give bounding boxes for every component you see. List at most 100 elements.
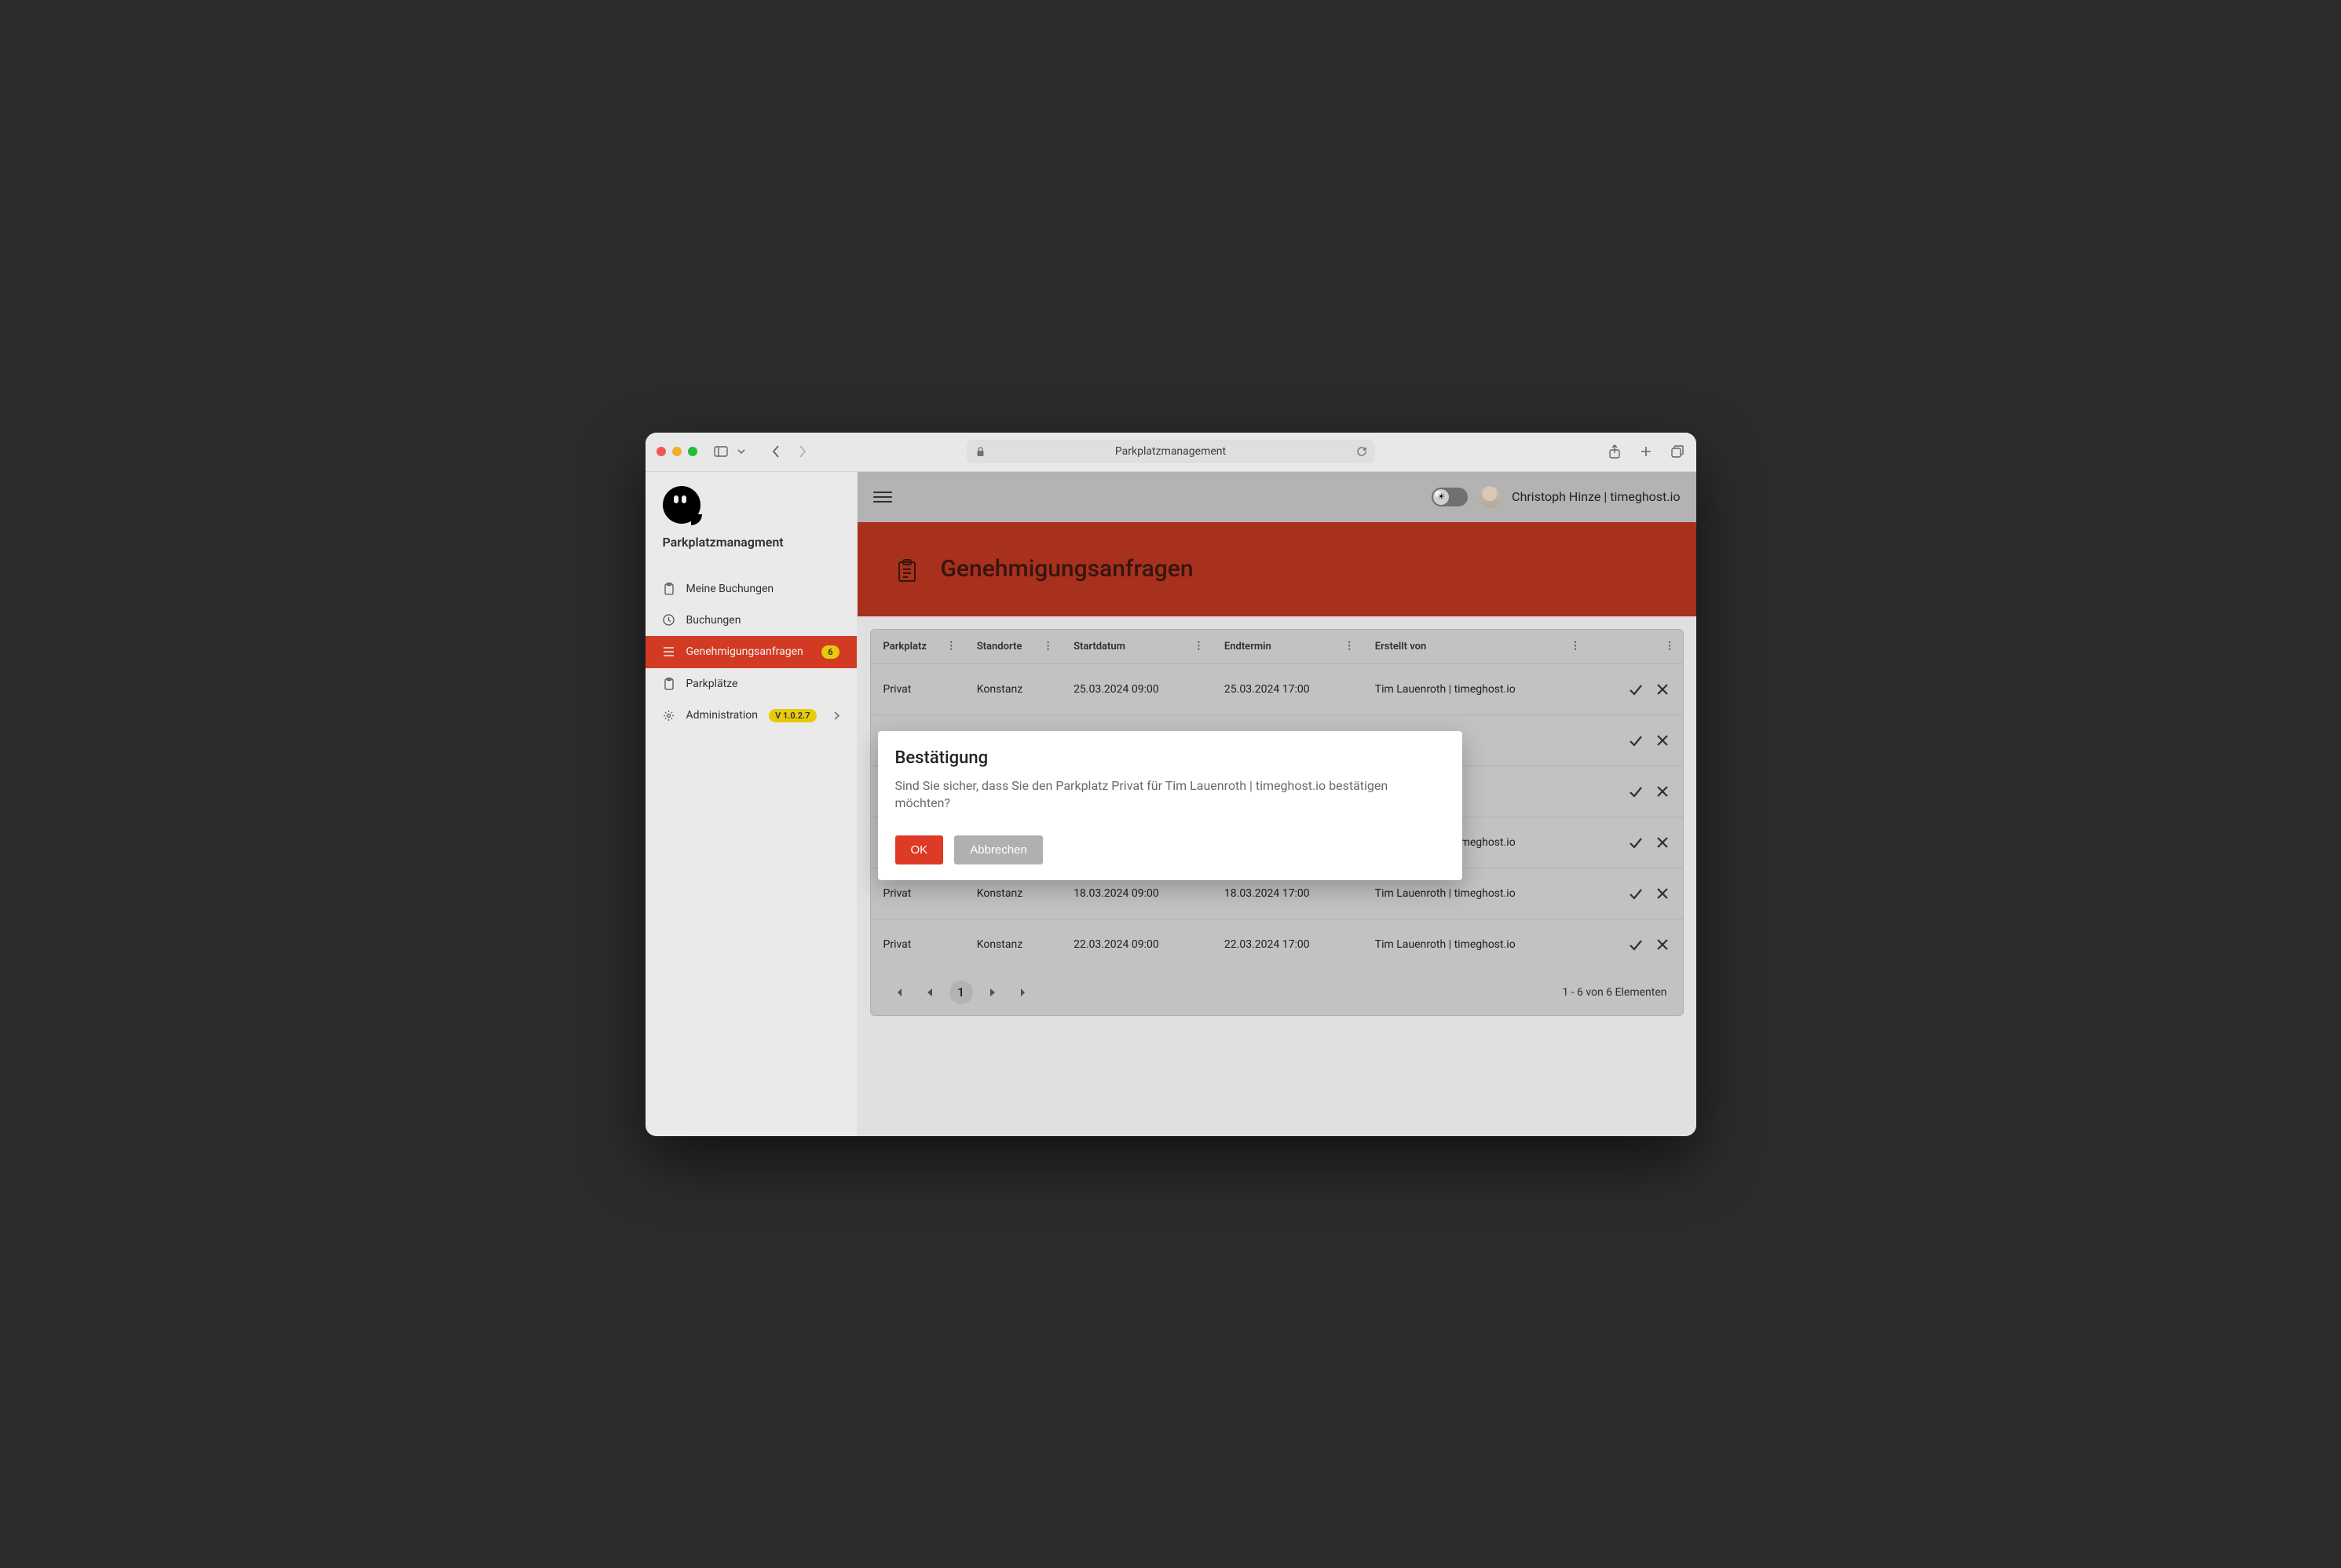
reject-icon[interactable] xyxy=(1655,784,1670,799)
menu-toggle-button[interactable] xyxy=(873,488,892,506)
chevron-right-icon xyxy=(834,711,839,720)
sidebar-item-meine-buchungen[interactable]: Meine Buchungen xyxy=(646,573,857,605)
titlebar: Parkplatzmanagement xyxy=(646,433,1696,472)
ok-button[interactable]: OK xyxy=(895,835,944,864)
cell-actions xyxy=(1589,766,1683,817)
reject-icon[interactable] xyxy=(1655,733,1670,748)
pager-prev-button[interactable] xyxy=(918,981,942,1004)
sidebar-item-label: Meine Buchungen xyxy=(686,583,774,595)
pager-next-button[interactable] xyxy=(981,981,1004,1004)
pager-last-button[interactable] xyxy=(1012,981,1036,1004)
dialog-title: Bestätigung xyxy=(895,748,1445,768)
url-text: Parkplatzmanagement xyxy=(1115,445,1226,458)
app-logo xyxy=(646,486,857,530)
sidebar-item-label: Genehmigungsanfragen xyxy=(686,645,803,658)
user-label[interactable]: Christoph Hinze | timeghost.io xyxy=(1512,489,1680,504)
approve-icon[interactable] xyxy=(1628,835,1644,850)
approve-icon[interactable] xyxy=(1628,733,1644,748)
reject-icon[interactable] xyxy=(1655,886,1670,901)
clipboard-icon xyxy=(897,559,917,579)
column-startdatum[interactable]: Startdatum⋮ xyxy=(1061,630,1212,664)
minimize-window-button[interactable] xyxy=(672,447,682,456)
table-header-row: Parkplatz⋮ Standorte⋮ Startdatum⋮ Endter… xyxy=(871,630,1683,664)
dialog-body: Sind Sie sicher, dass Sie den Parkplatz … xyxy=(895,777,1445,813)
approval-count-badge: 6 xyxy=(821,645,839,659)
app-header: ☀ Christoph Hinze | timeghost.io xyxy=(858,472,1696,522)
sidebar: Parkplatzmanagment Meine Buchungen Buchu… xyxy=(646,472,858,1136)
column-standorte[interactable]: Standorte⋮ xyxy=(964,630,1061,664)
pager-info: 1 - 6 von 6 Elementen xyxy=(1562,986,1666,999)
column-menu-icon[interactable]: ⋮ xyxy=(1571,641,1581,652)
reject-icon[interactable] xyxy=(1655,937,1670,952)
url-bar[interactable]: Parkplatzmanagement xyxy=(967,440,1375,463)
cell-parkplatz: Privat xyxy=(871,663,964,715)
column-menu-icon[interactable]: ⋮ xyxy=(1043,641,1053,652)
close-window-button[interactable] xyxy=(657,447,666,456)
cell-erstellt: Tim Lauenroth | timeghost.io xyxy=(1363,663,1589,715)
list-icon xyxy=(663,645,675,658)
cell-actions xyxy=(1589,817,1683,868)
tabs-overview-icon[interactable] xyxy=(1670,444,1685,459)
cell-parkplatz: Privat xyxy=(871,919,964,970)
sidebar-item-administration[interactable]: Administration V 1.0.2.7 xyxy=(646,700,857,732)
page-header: Genehmigungsanfragen xyxy=(858,522,1696,616)
sidebar-item-label: Buchungen xyxy=(686,614,741,627)
sidebar-item-label: Administration xyxy=(686,709,758,722)
nav-forward-icon[interactable] xyxy=(795,444,810,459)
window-controls xyxy=(657,447,697,456)
cell-actions xyxy=(1589,715,1683,766)
column-erstellt-von[interactable]: Erstellt von⋮ xyxy=(1363,630,1589,664)
cancel-button[interactable]: Abbrechen xyxy=(954,835,1043,864)
sun-icon: ☀ xyxy=(1433,489,1449,505)
cell-erstellt: Tim Lauenroth | timeghost.io xyxy=(1363,919,1589,970)
pager-page-1[interactable]: 1 xyxy=(949,981,973,1004)
pager-first-button[interactable] xyxy=(887,981,910,1004)
lock-icon xyxy=(976,447,985,457)
theme-toggle[interactable]: ☀ xyxy=(1432,488,1468,506)
column-actions[interactable]: ⋮ xyxy=(1589,630,1683,664)
page-title: Genehmigungsanfragen xyxy=(941,555,1194,583)
cell-actions xyxy=(1589,868,1683,919)
clipboard-icon xyxy=(663,678,675,690)
chevron-down-icon[interactable] xyxy=(733,444,749,459)
column-parkplatz[interactable]: Parkplatz⋮ xyxy=(871,630,964,664)
maximize-window-button[interactable] xyxy=(688,447,697,456)
cell-end: 22.03.2024 17:00 xyxy=(1212,919,1363,970)
cell-standorte: Konstanz xyxy=(964,919,1061,970)
approve-icon[interactable] xyxy=(1628,886,1644,901)
share-icon[interactable] xyxy=(1607,444,1622,459)
reject-icon[interactable] xyxy=(1655,835,1670,850)
column-menu-icon[interactable]: ⋮ xyxy=(1344,641,1355,652)
approve-icon[interactable] xyxy=(1628,784,1644,799)
confirmation-dialog: Bestätigung Sind Sie sicher, dass Sie de… xyxy=(878,731,1462,881)
approve-icon[interactable] xyxy=(1628,937,1644,952)
clock-icon xyxy=(663,614,675,627)
column-menu-icon[interactable]: ⋮ xyxy=(1665,641,1675,652)
sidebar-item-genehmigungsanfragen[interactable]: Genehmigungsanfragen 6 xyxy=(646,636,857,668)
column-menu-icon[interactable]: ⋮ xyxy=(1194,641,1204,652)
browser-window: Parkplatzmanagement Parkplatzmanagment xyxy=(646,433,1696,1136)
reload-icon[interactable] xyxy=(1356,446,1367,457)
approve-icon[interactable] xyxy=(1628,682,1644,697)
pager: 1 1 - 6 von 6 Elementen xyxy=(871,970,1683,1015)
sidebar-item-parkplaetze[interactable]: Parkplätze xyxy=(646,668,857,700)
column-menu-icon[interactable]: ⋮ xyxy=(946,641,957,652)
app-name: Parkplatzmanagment xyxy=(646,530,857,573)
new-tab-icon[interactable] xyxy=(1638,444,1654,459)
reject-icon[interactable] xyxy=(1655,682,1670,697)
cell-start: 22.03.2024 09:00 xyxy=(1061,919,1212,970)
sidebar-toggle-icon[interactable] xyxy=(713,444,729,459)
nav-back-icon[interactable] xyxy=(768,444,784,459)
column-endtermin[interactable]: Endtermin⋮ xyxy=(1212,630,1363,664)
cell-standorte: Konstanz xyxy=(964,663,1061,715)
gear-icon xyxy=(663,709,675,722)
version-badge: V 1.0.2.7 xyxy=(769,709,816,722)
cell-actions xyxy=(1589,663,1683,715)
clipboard-icon xyxy=(663,583,675,595)
sidebar-item-label: Parkplätze xyxy=(686,678,738,690)
cell-start: 25.03.2024 09:00 xyxy=(1061,663,1212,715)
table-row: PrivatKonstanz25.03.2024 09:0025.03.2024… xyxy=(871,663,1683,715)
cell-actions xyxy=(1589,919,1683,970)
user-avatar[interactable] xyxy=(1479,486,1501,508)
sidebar-item-buchungen[interactable]: Buchungen xyxy=(646,605,857,636)
